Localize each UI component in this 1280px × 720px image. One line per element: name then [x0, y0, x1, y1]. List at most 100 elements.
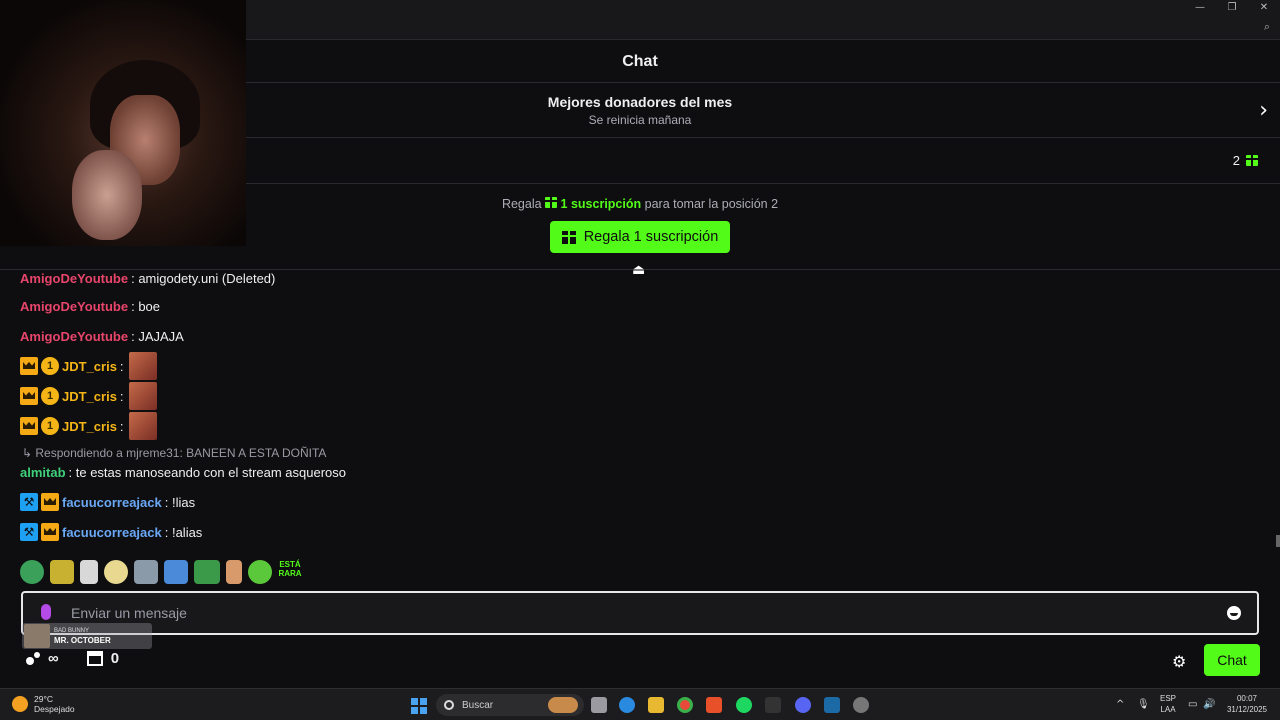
lang: ESP — [1160, 694, 1177, 703]
username[interactable]: facuucorreajack — [62, 495, 162, 510]
gift-icon — [561, 230, 576, 244]
chat-message: AmigoDeYoutube : boe — [20, 296, 160, 316]
chevron-up-icon[interactable]: ^ — [1116, 699, 1124, 710]
username[interactable]: AmigoDeYoutube — [20, 329, 128, 344]
moderator-badge-icon: ⚒ — [20, 523, 38, 541]
crown-badge-icon — [20, 387, 38, 405]
chat-message: AmigoDeYoutube : JAJAJA — [20, 326, 184, 346]
username[interactable]: AmigoDeYoutube — [20, 299, 128, 314]
gift-icon — [1246, 155, 1258, 166]
webcam-overlay — [0, 0, 246, 246]
croc-emote-icon[interactable] — [194, 560, 220, 584]
message-text: : — [119, 358, 124, 374]
maximize-button[interactable]: ❐ — [1216, 0, 1248, 16]
gift-count: 2 — [1233, 153, 1258, 168]
windows-taskbar: 29°C Despejado Buscar ^ 🎙 ESP LAA ▭ 🔊 00… — [0, 688, 1280, 720]
message-text: : — [119, 418, 124, 434]
promo-post: para tomar la posición 2 — [644, 197, 779, 211]
chat-message: 1 JDT_cris : — [20, 412, 157, 440]
weather-icon — [12, 696, 28, 712]
window-controls: — ❐ ✕ — [1184, 0, 1280, 16]
gift-button-label: Regala 1 suscripción — [583, 229, 719, 245]
store[interactable]: 0 — [86, 650, 119, 667]
username[interactable]: almitab — [20, 465, 66, 480]
task-view-icon[interactable] — [591, 697, 607, 713]
language-indicator[interactable]: ESP LAA — [1160, 693, 1176, 715]
username[interactable]: JDT_cris — [62, 389, 117, 404]
message-text: : boe — [131, 298, 161, 314]
crown-badge-icon — [20, 357, 38, 375]
message-text: : te estas manoseando con el stream asqu… — [68, 464, 347, 480]
edge-icon[interactable] — [619, 697, 635, 713]
frog-emote-icon[interactable] — [248, 560, 272, 584]
network-icon[interactable]: ▭ — [1188, 699, 1197, 710]
discord-icon[interactable] — [795, 697, 811, 713]
chat-send-button[interactable]: Chat — [1204, 644, 1260, 676]
channel-points[interactable]: ∞ — [26, 650, 59, 667]
promo-highlight: 1 suscripción — [560, 197, 642, 211]
face-emote-icon[interactable] — [104, 560, 128, 584]
dino-emote-icon[interactable] — [134, 560, 158, 584]
microphone-icon[interactable] — [41, 604, 51, 620]
username[interactable]: facuucorreajack — [62, 525, 162, 540]
emote-icon — [128, 412, 157, 440]
spotify-icon[interactable] — [736, 697, 752, 713]
chat-message: 1 JDT_cris : — [20, 352, 157, 380]
message-text: : !lias — [164, 494, 196, 510]
earth-emote-icon[interactable] — [20, 560, 44, 584]
points-icon — [26, 651, 42, 666]
emote-icon — [128, 352, 157, 380]
gear-icon[interactable]: ⚙ — [1172, 652, 1186, 671]
search-icon — [444, 700, 454, 710]
reply-context[interactable]: ↳ Respondiendo a mjreme31: BANEEN A ESTA… — [22, 446, 326, 460]
sub-badge-icon: 1 — [41, 417, 59, 435]
zoom-icon[interactable]: ⌕ — [1264, 20, 1270, 34]
points-value: ∞ — [48, 650, 59, 667]
close-button[interactable]: ✕ — [1248, 0, 1280, 16]
file-explorer-icon[interactable] — [648, 697, 664, 713]
moderator-badge-icon: ⚒ — [20, 493, 38, 511]
sub-badge-icon: 1 — [41, 387, 59, 405]
weather-temp: 29°C — [34, 694, 53, 704]
username[interactable]: AmigoDeYoutube — [20, 271, 128, 286]
crown-badge-icon — [41, 493, 59, 511]
gift-icon — [545, 197, 558, 208]
pc-emote-icon[interactable] — [164, 560, 188, 584]
np-title: MR. OCTOBER — [54, 636, 111, 645]
message-input[interactable] — [23, 593, 1257, 633]
layout: LAA — [1160, 705, 1176, 714]
promo-pre: Regala — [501, 197, 542, 211]
username[interactable]: JDT_cris — [62, 419, 117, 434]
scrollbar[interactable] — [1276, 535, 1280, 547]
sub-badge-icon: 1 — [41, 357, 59, 375]
duck-emote-icon[interactable] — [50, 560, 74, 584]
esta-rara-emote-icon[interactable]: ESTÁ RARA — [278, 560, 302, 584]
epic-games-icon[interactable] — [765, 697, 781, 713]
speaker-icon[interactable]: 🔊 — [1203, 699, 1215, 710]
weather-widget[interactable]: 29°C Despejado — [12, 694, 75, 714]
chat-message: AmigoDeYoutube : amigodety.uni (Deleted) — [20, 270, 275, 288]
chat-message: ⚒ facuucorreajack : !alias — [20, 522, 202, 542]
steam-icon[interactable] — [824, 697, 840, 713]
microphone-tray-icon[interactable]: 🎙 — [1137, 699, 1150, 710]
windows-start-icon[interactable] — [411, 698, 427, 714]
clock[interactable]: 00:07 31/12/2025 — [1226, 693, 1268, 715]
chat-message: ⚒ facuucorreajack : !lias — [20, 492, 195, 512]
message-text: : JAJAJA — [131, 328, 184, 344]
gift-subscription-button[interactable]: Regala 1 suscripción — [549, 221, 731, 253]
chat-message: 1 JDT_cris : — [20, 382, 157, 410]
time: 00:07 — [1236, 694, 1258, 703]
widget-icon[interactable] — [548, 697, 578, 713]
emoji-icon[interactable] — [1227, 606, 1241, 620]
message-text: : !alias — [164, 524, 203, 540]
chrome-icon[interactable] — [677, 697, 693, 713]
chevron-right-icon[interactable]: › — [1259, 98, 1268, 123]
hands-emote-icon[interactable] — [80, 560, 98, 584]
brave-icon[interactable] — [706, 697, 722, 713]
rock-hand-emote-icon[interactable] — [226, 560, 242, 584]
username[interactable]: JDT_cris — [62, 359, 117, 374]
message-input-box[interactable] — [21, 591, 1259, 635]
settings-app-icon[interactable] — [853, 697, 869, 713]
minimize-button[interactable]: — — [1184, 0, 1216, 16]
chat-message: almitab : te estas manoseando con el str… — [20, 462, 346, 482]
